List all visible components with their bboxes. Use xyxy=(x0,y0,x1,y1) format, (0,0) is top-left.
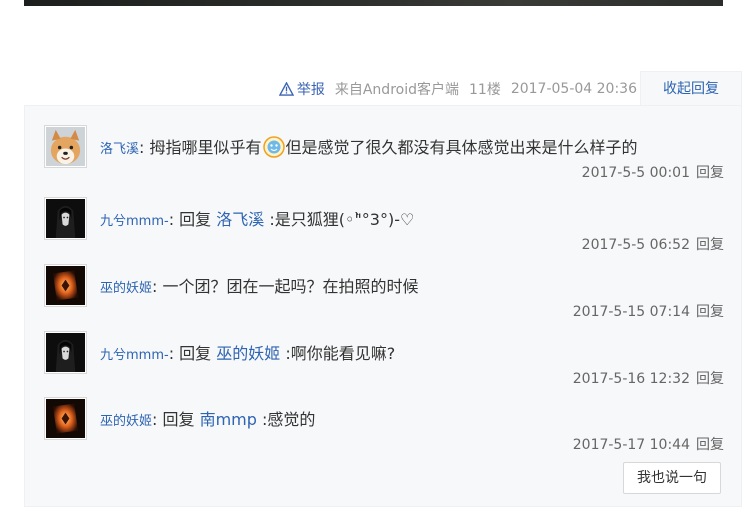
post-meta-bar: 举报 来自Android客户端 11楼 2017-05-04 20:36 收起回… xyxy=(24,71,742,106)
reply-target-username[interactable]: 南mmp xyxy=(200,410,257,429)
reply-word: 回复 xyxy=(157,410,200,429)
reply-time-row: 2017-5-5 06:52 回复 xyxy=(582,234,724,254)
reply-text: 一个团？团在一起吗？在拍照的时候 xyxy=(157,277,419,296)
reply-content: 九兮mmm-: 回复 巫的妖姬 :啊你能看见嘛? xyxy=(100,340,395,364)
reply-time: 2017-5-16 12:32 xyxy=(572,371,690,387)
reply-target-username[interactable]: 洛飞溪 xyxy=(216,210,264,229)
list-item: 洛飞溪: 拇指哪里似乎有 但是感觉了很久都没有具体感觉出来是什么样子的 2017-… xyxy=(44,125,724,185)
post-source: 来自Android客户端 xyxy=(334,82,459,98)
reply-button[interactable]: 回复 xyxy=(696,371,724,387)
reply-button[interactable]: 回复 xyxy=(696,437,724,453)
add-reply-button[interactable]: 我也说一句 xyxy=(623,462,721,494)
reply-username[interactable]: 九兮mmm- xyxy=(100,214,169,229)
reply-text: 但是感觉了很久都没有具体感觉出来是什么样子的 xyxy=(285,138,638,157)
avatar[interactable] xyxy=(44,264,87,307)
reply-word: 回复 xyxy=(174,210,217,229)
reply-content: 巫的妖姬: 回复 南mmp :感觉的 xyxy=(100,406,315,430)
reply-username[interactable]: 巫的妖姬 xyxy=(100,414,152,429)
reply-content: 巫的妖姬: 一个团？团在一起吗？在拍照的时候 xyxy=(100,273,419,297)
reply-text: :啊你能看见嘛? xyxy=(280,344,396,363)
avatar[interactable] xyxy=(44,197,87,240)
reply-text: 拇指哪里似乎有 xyxy=(144,138,262,157)
fire-card-avatar-icon xyxy=(46,266,85,305)
avatar[interactable] xyxy=(44,331,87,374)
reply-username[interactable]: 巫的妖姬 xyxy=(100,281,152,296)
reply-time-row: 2017-5-17 10:44 回复 xyxy=(573,434,724,454)
reply-time-row: 2017-5-16 12:32 回复 xyxy=(573,368,724,388)
report-link[interactable]: 举报 xyxy=(278,79,325,99)
list-item: 九兮mmm-: 回复 洛飞溪 :是只狐狸(﻿◦"̀°3°)-♡ 2017-5-5… xyxy=(44,197,724,257)
reply-username[interactable]: 洛飞溪 xyxy=(100,142,139,157)
list-item: 九兮mmm-: 回复 巫的妖姬 :啊你能看见嘛? 2017-5-16 12:32… xyxy=(44,331,724,391)
reply-button[interactable]: 回复 xyxy=(696,304,724,320)
reply-button[interactable]: 回复 xyxy=(696,237,724,253)
list-item: 巫的妖姬: 回复 南mmp :感觉的 2017-5-17 10:44 回复 xyxy=(44,397,724,457)
reply-time: 2017-5-5 00:01 xyxy=(581,165,690,181)
dark-girl-avatar-icon xyxy=(46,199,85,238)
reply-text: :感觉的 xyxy=(256,410,316,429)
shiba-dog-avatar-icon xyxy=(46,127,85,166)
reply-word: 回复 xyxy=(174,344,217,363)
reply-target-username[interactable]: 巫的妖姬 xyxy=(216,344,280,363)
list-item: 巫的妖姬: 一个团？团在一起吗？在拍照的时候 2017-5-15 07:14 回复 xyxy=(44,264,724,324)
post-image-bottom-edge xyxy=(24,0,723,6)
reply-time: 2017-5-17 10:44 xyxy=(572,437,690,453)
post-floor: 11楼 xyxy=(469,82,501,98)
dark-girl-avatar-icon xyxy=(46,333,85,372)
reply-time-row: 2017-5-5 00:01 回复 xyxy=(582,162,724,182)
reply-time: 2017-5-15 07:14 xyxy=(572,304,690,320)
reply-list-panel: 洛飞溪: 拇指哪里似乎有 但是感觉了很久都没有具体感觉出来是什么样子的 2017-… xyxy=(24,105,742,507)
report-label: 举报 xyxy=(296,82,325,98)
reply-button[interactable]: 回复 xyxy=(696,165,724,181)
reply-time: 2017-5-5 06:52 xyxy=(581,237,690,253)
fire-card-avatar-icon xyxy=(46,399,85,438)
reply-content: 九兮mmm-: 回复 洛飞溪 :是只狐狸(﻿◦"̀°3°)-♡ xyxy=(100,206,414,230)
reply-content: 洛飞溪: 拇指哪里似乎有 但是感觉了很久都没有具体感觉出来是什么样子的 xyxy=(100,134,638,158)
post-datetime: 2017-05-04 20:36 xyxy=(510,81,637,97)
avatar[interactable] xyxy=(44,125,87,168)
smiley-emoji-icon xyxy=(262,136,285,158)
warning-icon xyxy=(278,82,294,96)
avatar[interactable] xyxy=(44,397,87,440)
reply-time-row: 2017-5-15 07:14 回复 xyxy=(573,301,724,321)
collapse-replies-button[interactable]: 收起回复 xyxy=(640,71,742,106)
post-meta-line: 举报 来自Android客户端 11楼 2017-05-04 20:36 xyxy=(278,79,637,99)
reply-username[interactable]: 九兮mmm- xyxy=(100,348,169,363)
reply-text: :是只狐狸(﻿◦"̀°3°)-♡ xyxy=(264,210,415,229)
